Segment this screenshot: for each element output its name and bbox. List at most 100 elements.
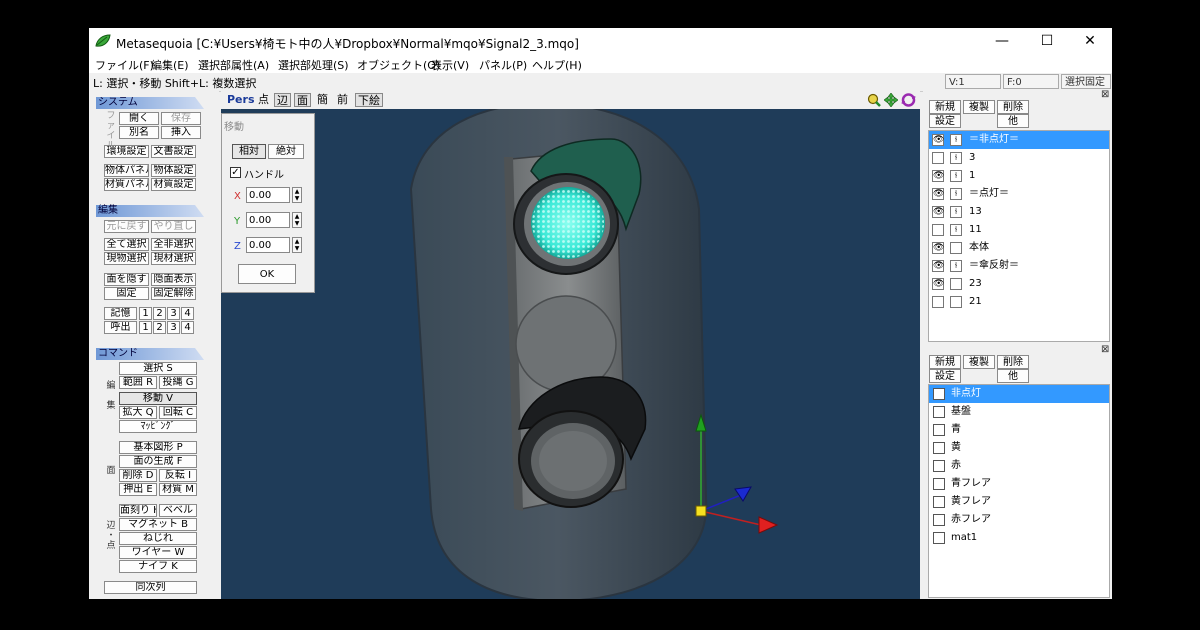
- material-row[interactable]: mat1: [929, 529, 1109, 547]
- handle-checkbox[interactable]: ✓: [230, 167, 241, 178]
- system-header[interactable]: システム: [96, 97, 204, 109]
- deselect-all-button[interactable]: 全非選択: [151, 238, 196, 251]
- x-spinner[interactable]: ▲ ▼: [292, 187, 302, 203]
- material-row[interactable]: 黄フレア: [929, 493, 1109, 511]
- recall-1-button[interactable]: 1: [139, 321, 152, 334]
- material-new-button[interactable]: 新規: [929, 355, 961, 369]
- lock-icon[interactable]: ⫮: [950, 260, 962, 272]
- eye-icon[interactable]: 👁: [932, 278, 944, 290]
- object-settings-button[interactable]: 物体設定: [151, 164, 196, 177]
- extrude-command-button[interactable]: 押出 E: [119, 483, 157, 496]
- minimize-button[interactable]: —: [980, 28, 1024, 55]
- z-value-input[interactable]: [246, 237, 290, 253]
- front-button[interactable]: 前: [334, 93, 351, 107]
- insert-button[interactable]: 挿入: [161, 126, 201, 139]
- underlay-button[interactable]: 下絵: [355, 93, 383, 107]
- zoom-icon[interactable]: [867, 93, 881, 107]
- doc-settings-button[interactable]: 文書設定: [151, 145, 196, 158]
- material-other-button[interactable]: 他: [997, 369, 1029, 383]
- material-checkbox[interactable]: [933, 388, 945, 400]
- z-spinner[interactable]: ▲ ▼: [292, 237, 302, 253]
- lock-icon[interactable]: ⫮: [950, 206, 962, 218]
- object-settings-button[interactable]: 設定: [929, 114, 961, 128]
- close-button[interactable]: ✕: [1068, 28, 1112, 55]
- memory-3-button[interactable]: 3: [167, 307, 180, 320]
- object-new-button[interactable]: 新規: [929, 100, 961, 114]
- material-row[interactable]: 非点灯: [929, 385, 1109, 403]
- lock-icon[interactable]: [950, 278, 962, 290]
- material-checkbox[interactable]: [933, 514, 945, 526]
- object-row[interactable]: ⫮ 3: [929, 149, 1109, 167]
- ok-button[interactable]: OK: [238, 264, 296, 284]
- menu-edit[interactable]: 編集(E): [151, 57, 189, 73]
- twist-command-button[interactable]: ねじれ: [119, 532, 197, 545]
- object-copy-button[interactable]: 複製: [963, 100, 995, 114]
- command-header[interactable]: コマンド: [96, 348, 204, 360]
- primitive-command-button[interactable]: 基本図形 P: [119, 441, 197, 454]
- y-value-input[interactable]: [246, 212, 290, 228]
- memory-1-button[interactable]: 1: [139, 307, 152, 320]
- object-row[interactable]: 21: [929, 293, 1109, 311]
- material-settings-button[interactable]: 設定: [929, 369, 961, 383]
- flip-command-button[interactable]: 反転 I: [159, 469, 197, 482]
- edge-display-button[interactable]: 辺: [274, 93, 291, 107]
- recall-3-button[interactable]: 3: [167, 321, 180, 334]
- menu-selection-attr[interactable]: 選択部属性(A): [198, 57, 269, 73]
- scale-command-button[interactable]: 拡大 Q: [119, 406, 157, 419]
- env-settings-button[interactable]: 環境設定: [104, 145, 149, 158]
- material-settings-button[interactable]: 材質設定: [151, 178, 196, 191]
- lock-icon[interactable]: ⫮: [950, 170, 962, 182]
- lock-icon[interactable]: ⫮: [950, 134, 962, 146]
- eye-icon[interactable]: 👁: [932, 188, 944, 200]
- material-row[interactable]: 青フレア: [929, 475, 1109, 493]
- eye-icon[interactable]: [932, 224, 944, 236]
- delete-command-button[interactable]: 削除 D: [119, 469, 157, 482]
- material-row[interactable]: 赤: [929, 457, 1109, 475]
- face-display-button[interactable]: 面: [294, 93, 311, 107]
- bevel-command-button[interactable]: ベベル: [159, 504, 197, 517]
- menu-selection-process[interactable]: 選択部処理(S): [278, 57, 349, 73]
- material-checkbox[interactable]: [933, 478, 945, 490]
- select-current-object-button[interactable]: 現物選択: [104, 252, 149, 265]
- traffic-signal-model[interactable]: [221, 109, 920, 599]
- simple-display-button[interactable]: 簡: [314, 93, 331, 107]
- menu-file[interactable]: ファイル(F): [95, 57, 154, 73]
- material-checkbox[interactable]: [933, 424, 945, 436]
- fix-button[interactable]: 固定: [104, 287, 149, 300]
- undo-button[interactable]: 元に戻す: [104, 220, 149, 233]
- wire-command-button[interactable]: ワイヤー W: [119, 546, 197, 559]
- open-button[interactable]: 開く: [119, 112, 159, 125]
- face-gen-command-button[interactable]: 面の生成 F: [119, 455, 197, 468]
- material-checkbox[interactable]: [933, 460, 945, 472]
- menu-object[interactable]: オブジェクト(O): [357, 57, 440, 73]
- object-panel-button[interactable]: 物体パネル: [104, 164, 149, 177]
- menu-help[interactable]: ヘルプ(H): [532, 57, 582, 73]
- menu-view[interactable]: 表示(V): [431, 57, 469, 73]
- edit-header[interactable]: 編集: [96, 205, 204, 217]
- rotate-view-icon[interactable]: [901, 93, 916, 107]
- material-checkbox[interactable]: [933, 406, 945, 418]
- move-command-button[interactable]: 移動 V: [119, 392, 197, 405]
- object-row[interactable]: ⫮ 11: [929, 221, 1109, 239]
- object-other-button[interactable]: 他: [997, 114, 1029, 128]
- maximize-button[interactable]: ☐: [1025, 28, 1069, 55]
- y-spinner[interactable]: ▲ ▼: [292, 212, 302, 228]
- lasso-command-button[interactable]: 投縄 G: [159, 376, 197, 389]
- lock-icon[interactable]: ⫮: [950, 224, 962, 236]
- eye-icon[interactable]: 👁: [932, 170, 944, 182]
- eye-icon[interactable]: 👁: [932, 134, 944, 146]
- object-row[interactable]: 👁 ⫮ 13: [929, 203, 1109, 221]
- memory-2-button[interactable]: 2: [153, 307, 166, 320]
- select-all-button[interactable]: 全て選択: [104, 238, 149, 251]
- material-copy-button[interactable]: 複製: [963, 355, 995, 369]
- object-row[interactable]: 👁 本体: [929, 239, 1109, 257]
- rotate-command-button[interactable]: 回転 C: [159, 406, 197, 419]
- object-panel-close-icon[interactable]: ⊠: [1101, 89, 1109, 100]
- material-checkbox[interactable]: [933, 442, 945, 454]
- material-panel-close-icon[interactable]: ⊠: [1101, 344, 1109, 355]
- select-current-material-button[interactable]: 現材選択: [151, 252, 196, 265]
- knife-cut-command-button[interactable]: 面刻り H: [119, 504, 157, 517]
- recall-2-button[interactable]: 2: [153, 321, 166, 334]
- eye-icon[interactable]: 👁: [932, 260, 944, 272]
- material-checkbox[interactable]: [933, 496, 945, 508]
